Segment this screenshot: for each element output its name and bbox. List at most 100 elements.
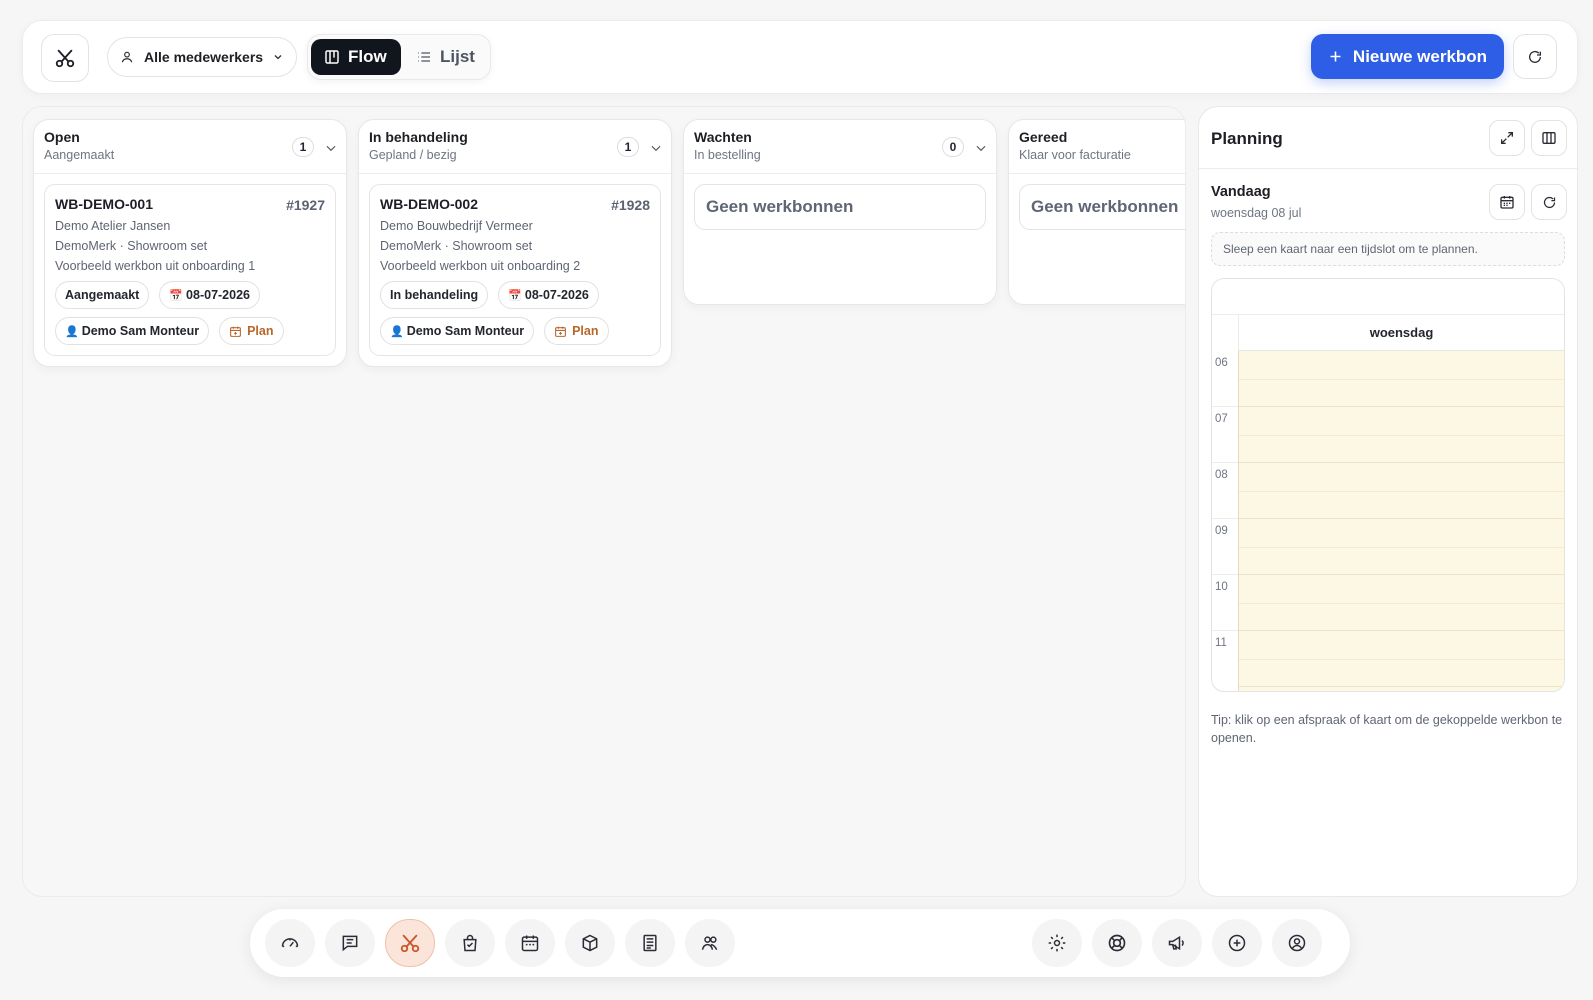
- dock-account-button[interactable]: [1272, 919, 1322, 967]
- column-waiting: Wachten In bestelling 0 Geen werkbonnen: [683, 119, 997, 305]
- planning-panel: Planning Vandaag woensdag 08 jul Sleep e…: [1198, 106, 1578, 897]
- view-mode-toggle: Flow Lijst: [307, 34, 491, 80]
- empty-column-message: Geen werkbonnen: [694, 184, 986, 230]
- column-in-progress: In behandeling Gepland / bezig 1 WB-DEMO…: [358, 119, 672, 367]
- date-label: 08-07-2026: [524, 288, 589, 302]
- refresh-planning-button[interactable]: [1531, 184, 1567, 220]
- plus-icon: [1330, 51, 1341, 62]
- add-icon: [1228, 934, 1246, 952]
- kanban-board: Open Aangemaakt 1 WB-DEMO-001 #1927 Demo…: [22, 106, 1186, 897]
- workorder-id: WB-DEMO-001: [55, 196, 154, 212]
- workorder-card[interactable]: WB-DEMO-001 #1927 Demo Atelier Jansen De…: [44, 184, 336, 356]
- dock-add-button[interactable]: [1212, 919, 1262, 967]
- dock-settings-button[interactable]: [1032, 919, 1082, 967]
- dock-messages-button[interactable]: [325, 919, 375, 967]
- support-icon: [1108, 934, 1126, 952]
- assignee-label: Demo Sam Monteur: [406, 324, 525, 338]
- today-date: woensdag 08 jul: [1211, 206, 1302, 220]
- workorder-id: WB-DEMO-002: [380, 196, 479, 212]
- calendar-time-grid: [1238, 351, 1564, 691]
- view-flow-button[interactable]: Flow: [311, 39, 401, 75]
- chevron-down-icon: [274, 55, 282, 60]
- dashboard-icon: [281, 938, 299, 948]
- time-slot[interactable]: [1239, 463, 1564, 519]
- hour-label: 08: [1215, 469, 1228, 481]
- user-icon: [121, 51, 133, 63]
- column-header: Open Aangemaakt 1: [34, 120, 346, 174]
- dock-tasks-button[interactable]: [445, 919, 495, 967]
- plan-label: Plan: [572, 324, 599, 338]
- assignee-badge[interactable]: 👤 Demo Sam Monteur: [380, 317, 535, 345]
- dock-calendar-button[interactable]: [505, 919, 555, 967]
- workorder-customer: Demo Atelier Jansen: [55, 219, 171, 233]
- hour-label: 09: [1215, 525, 1228, 537]
- view-list-button[interactable]: Lijst: [416, 39, 486, 75]
- column-open: Open Aangemaakt 1 WB-DEMO-001 #1927 Demo…: [33, 119, 347, 367]
- date-badge: 📅 08-07-2026: [498, 281, 599, 309]
- account-icon: [1288, 934, 1306, 952]
- employee-filter-select[interactable]: Alle medewerkers: [107, 37, 297, 77]
- dock-workorders-button[interactable]: [385, 919, 435, 967]
- calendar-day-header: woensdag: [1238, 315, 1564, 351]
- refresh-icon: [1529, 50, 1541, 63]
- calendar-plus-icon: [230, 326, 242, 337]
- column-header: In behandeling Gepland / bezig 1: [359, 120, 671, 174]
- workorders-icon: [400, 934, 420, 953]
- hour-label: 07: [1215, 413, 1228, 425]
- dock-dashboard-button[interactable]: [265, 919, 315, 967]
- column-count-badge: 0: [942, 137, 964, 157]
- dock-products-button[interactable]: [565, 919, 615, 967]
- hour-label: 10: [1215, 581, 1228, 593]
- time-slot[interactable]: [1239, 631, 1564, 687]
- calendar-icon: [521, 935, 539, 952]
- workorder-card[interactable]: WB-DEMO-002 #1928 Demo Bouwbedrijf Verme…: [369, 184, 661, 356]
- messages-icon: [342, 935, 358, 952]
- calendar-top-bar: [1212, 279, 1564, 315]
- date-badge: 📅 08-07-2026: [159, 281, 260, 309]
- workorder-customer: Demo Bouwbedrijf Vermeer: [380, 219, 533, 233]
- view-flow-label: Flow: [348, 47, 387, 66]
- invoices-icon: [643, 934, 657, 952]
- bottom-dock: [250, 909, 1350, 977]
- app-logo-button[interactable]: [41, 34, 89, 82]
- status-label: In behandeling: [390, 288, 479, 302]
- dock-announcements-button[interactable]: [1152, 919, 1202, 967]
- column-subtitle: Klaar voor facturatie: [1019, 148, 1131, 162]
- calendar-icon: 📅: [169, 289, 184, 302]
- assignee-badge[interactable]: 👤 Demo Sam Monteur: [55, 317, 210, 345]
- time-slot[interactable]: [1239, 407, 1564, 463]
- column-title: Gereed: [1019, 129, 1068, 145]
- column-header: Gereed Klaar voor facturatie: [1009, 120, 1185, 174]
- dock-invoices-button[interactable]: [625, 919, 675, 967]
- list-icon: [418, 52, 430, 62]
- scissors-tools-icon: [55, 49, 75, 68]
- time-slot[interactable]: [1239, 575, 1564, 631]
- expand-button[interactable]: [1489, 120, 1525, 156]
- planning-tip: Tip: klik op een afspraak of kaart om de…: [1211, 713, 1563, 745]
- pick-date-button[interactable]: [1489, 184, 1525, 220]
- view-list-label: Lijst: [440, 47, 475, 66]
- chevron-down-icon[interactable]: [324, 141, 338, 155]
- refresh-button[interactable]: [1513, 34, 1557, 79]
- chevron-down-icon[interactable]: [974, 141, 988, 155]
- settings-icon: [1048, 934, 1066, 952]
- column-done: Gereed Klaar voor facturatie Geen werkbo…: [1008, 119, 1185, 305]
- plan-button[interactable]: Plan: [219, 317, 284, 345]
- calendar-icon: [1500, 196, 1514, 209]
- status-badge: In behandeling: [380, 281, 489, 309]
- column-count-badge: 1: [617, 137, 639, 157]
- chevron-down-icon[interactable]: [649, 141, 663, 155]
- customers-icon: [701, 936, 718, 951]
- time-slot[interactable]: [1239, 351, 1564, 407]
- columns-view-button[interactable]: [1531, 120, 1567, 156]
- planning-header: Planning: [1199, 107, 1577, 169]
- planning-title: Planning: [1211, 129, 1283, 148]
- plan-button[interactable]: Plan: [544, 317, 609, 345]
- day-calendar: woensdag 06 07 08 09 10 11: [1211, 278, 1565, 692]
- dock-support-button[interactable]: [1092, 919, 1142, 967]
- refresh-icon: [1543, 196, 1555, 208]
- new-workorder-button[interactable]: Nieuwe werkbon: [1311, 34, 1504, 79]
- time-slot[interactable]: [1239, 519, 1564, 575]
- top-toolbar: Alle medewerkers Flow Lijst Nieuwe werkb…: [22, 20, 1578, 94]
- dock-customers-button[interactable]: [685, 919, 735, 967]
